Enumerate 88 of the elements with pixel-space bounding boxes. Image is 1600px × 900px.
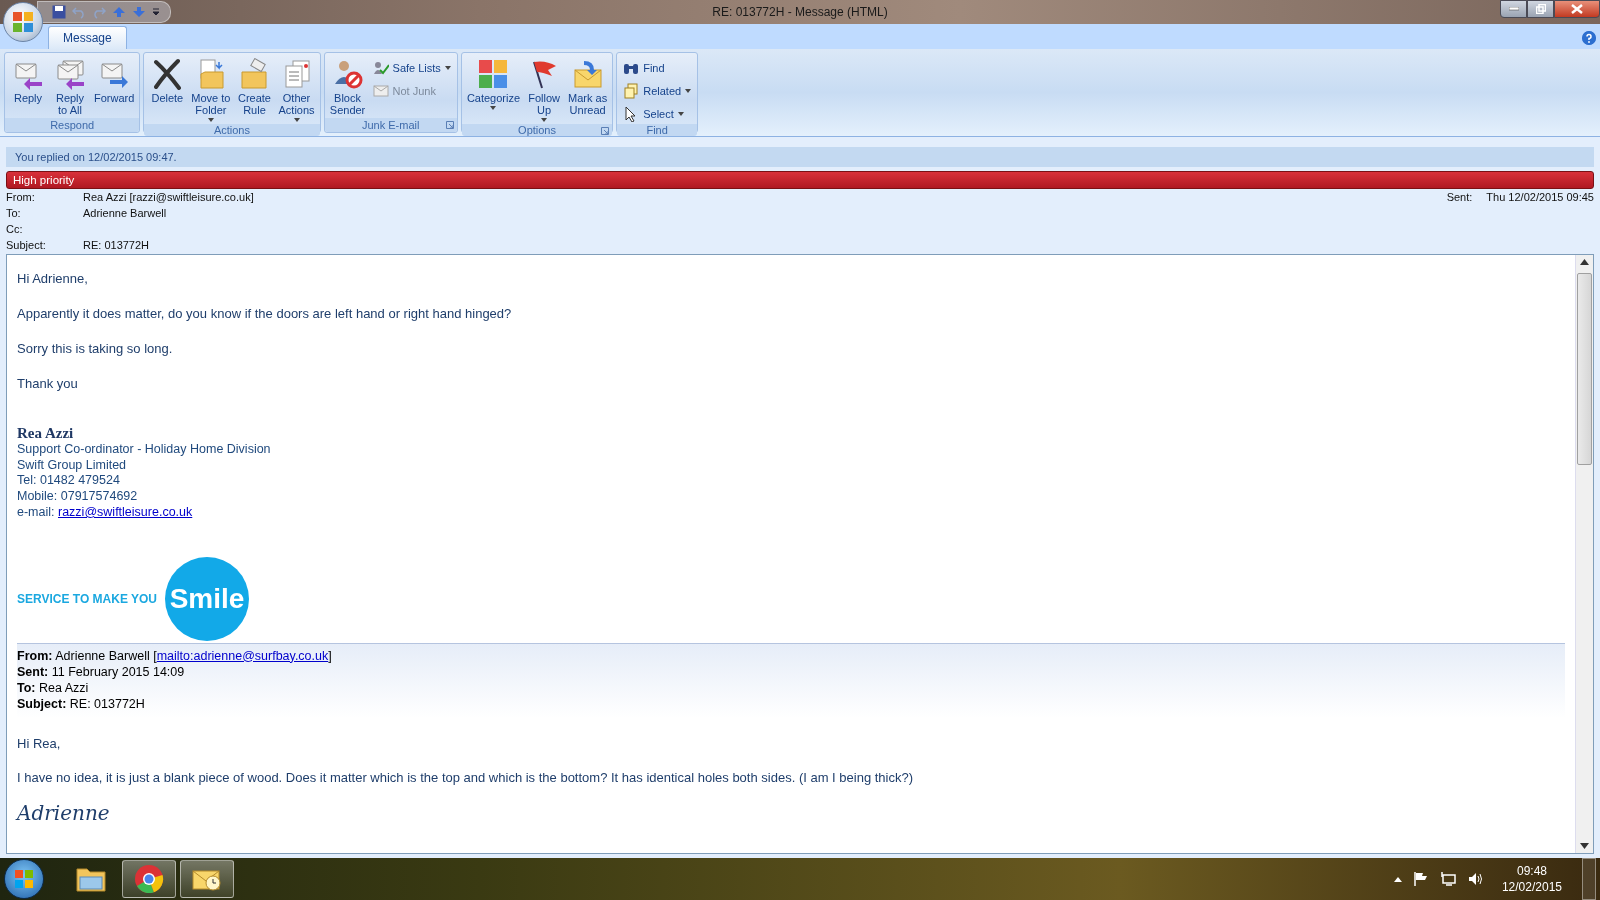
reply-all-icon — [54, 58, 86, 90]
help-icon[interactable] — [1582, 31, 1596, 45]
group-label: Actions — [213, 124, 250, 136]
folder-icon — [75, 865, 107, 893]
message-paragraph: Apparently it does matter, do you know if the doors are left hand or right hand hinged? — [17, 306, 513, 321]
header-value: Thu 12/02/2015 09:45 — [1486, 191, 1594, 205]
signature-line: Swift Group Limited — [17, 457, 128, 474]
signature-name: Adrienne — [17, 800, 111, 825]
office-logo-icon — [12, 11, 34, 33]
header-label: From: — [6, 191, 36, 203]
header-label: Sent: — [1446, 191, 1473, 205]
ribbon-button[interactable]: Safe Lists — [369, 58, 454, 78]
clock[interactable]: 09:48 12/02/2015 — [1501, 863, 1562, 895]
ribbon-button[interactable]: Delete — [147, 56, 188, 124]
ribbon-button[interactable]: Select — [620, 104, 695, 124]
header-label: To: — [6, 207, 22, 219]
minimize-icon — [1508, 7, 1519, 11]
customize-icon[interactable] — [152, 8, 160, 16]
priority-bar: High priority — [6, 171, 1594, 189]
header-label: Cc: — [6, 223, 24, 235]
email-link[interactable]: razzi@swiftleisure.co.uk — [58, 504, 193, 519]
network-icon[interactable] — [1439, 872, 1456, 886]
header-value: Rea Azzi [razzi@swiftleisure.co.uk] — [83, 191, 254, 203]
flag-icon[interactable] — [1413, 872, 1428, 886]
ribbon-button[interactable]: Follow Up — [524, 56, 565, 124]
speaker-icon[interactable] — [1467, 872, 1484, 886]
signature-line: e-mail: — [17, 504, 55, 519]
show-desktop-button[interactable] — [1582, 858, 1596, 900]
close-icon — [1571, 4, 1583, 14]
restore-button[interactable] — [1527, 0, 1554, 18]
show-hidden-icon[interactable] — [1393, 876, 1402, 882]
message-paragraph: Hi Adrienne, — [17, 271, 89, 286]
ribbon-button[interactable]: Block Sender — [327, 56, 368, 118]
dialog-launcher-icon[interactable] — [601, 127, 610, 135]
quoted-header: Subject: RE: 013772H — [17, 695, 146, 712]
message-paragraph: Thank you — [17, 376, 79, 391]
people-check-icon — [372, 60, 389, 76]
message-paragraph: I have no idea, it is just a blank piece of wood. Does it matter which is the top and which is the bottom? It has identical holes both sides. (I am I being thick?) — [17, 769, 915, 785]
documents-icon — [623, 83, 640, 99]
signature-name: Rea Azzi — [17, 425, 75, 442]
quoted-header: From: Adrienne Barwell [mailto:adrienne@surfbay.co.uk] — [17, 647, 333, 664]
signature-line: Mobile: 07917574692 — [17, 489, 139, 505]
quoted-header: To: Rea Azzi — [17, 679, 90, 696]
group-label: Junk E-mail — [362, 119, 420, 131]
ribbon-button[interactable]: Other Actions — [276, 56, 317, 124]
group-label: Find — [646, 124, 668, 136]
ribbon-button[interactable]: Create Rule — [234, 56, 275, 124]
ribbon-button[interactable]: Reply — [8, 56, 48, 118]
group-label: Respond — [50, 119, 95, 131]
scrollbar-thumb[interactable] — [1577, 273, 1592, 465]
ribbon-button[interactable]: Forward — [92, 56, 137, 118]
ribbon-button[interactable]: Reply to All — [50, 56, 90, 118]
header-value: RE: 013772H — [83, 239, 151, 251]
info-bar: You replied on 12/02/2015 09:47. — [6, 147, 1594, 167]
office-button[interactable] — [3, 2, 43, 42]
message-paragraph: Hi Rea, — [17, 735, 62, 751]
header-label: Subject: — [6, 239, 47, 251]
quoted-header: Sent: 11 February 2015 14:09 — [17, 663, 186, 680]
ribbon-button[interactable]: Categorize — [464, 56, 523, 124]
start-button[interactable] — [4, 859, 44, 899]
minimize-button[interactable] — [1500, 0, 1527, 18]
ribbon-button[interactable]: Related — [620, 81, 695, 101]
restore-icon — [1535, 4, 1546, 14]
ribbon-button[interactable]: Mark as Unread — [566, 56, 610, 124]
signature-line: Support Co-ordinator - Holiday Home Division — [17, 442, 272, 458]
envelope-icon — [372, 83, 389, 99]
color-squares-icon — [477, 58, 510, 90]
dialog-launcher-icon[interactable] — [445, 121, 454, 129]
message-paragraph: Sorry this is taking so long. — [17, 341, 174, 356]
delete-x-icon — [151, 58, 184, 90]
scroll-up-icon[interactable] — [1580, 259, 1589, 265]
ribbon-button[interactable]: Move to Folder — [189, 56, 233, 124]
envelope-arrow-icon — [571, 58, 604, 90]
taskbar-app[interactable] — [180, 860, 234, 898]
group-label: Options — [518, 124, 556, 136]
signature-line: Tel: 01482 479524 — [17, 473, 121, 490]
logo-tagline: SERVICE TO MAKE YOU — [17, 591, 158, 606]
header-value: Adrienne Barwell — [83, 207, 168, 219]
close-button[interactable] — [1554, 0, 1600, 18]
taskbar-app[interactable] — [122, 860, 176, 898]
save-icon[interactable] — [52, 5, 66, 19]
browser-logo-icon — [134, 864, 164, 894]
logo-badge: Smile — [165, 556, 250, 641]
ribbon-tab[interactable]: Message — [48, 26, 127, 49]
windows-logo-icon — [14, 869, 34, 889]
window-title: RE: 013772H - Message (HTML) — [712, 5, 888, 19]
ribbon-button[interactable]: Find — [620, 58, 695, 78]
scroll-down-icon[interactable] — [1580, 843, 1589, 849]
